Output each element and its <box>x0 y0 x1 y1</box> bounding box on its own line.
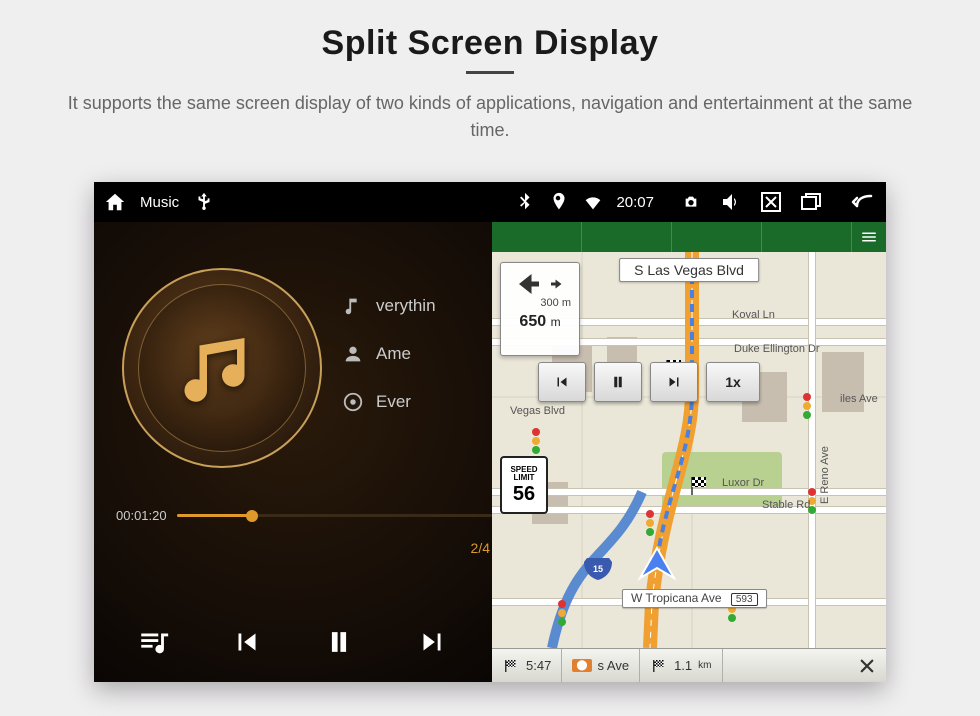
flag-icon <box>650 657 668 675</box>
page-title: Split Screen Display <box>40 24 940 63</box>
flag-icon <box>502 657 520 675</box>
progress-track[interactable] <box>177 514 492 517</box>
track-title: verythin <box>376 296 436 316</box>
turn-instruction-card: 300 m 650 m <box>500 262 580 356</box>
svg-text:Vegas Blvd: Vegas Blvd <box>510 405 565 417</box>
nav-media-controls: 1x <box>538 362 760 402</box>
elapsed-time: 00:01:20 <box>116 508 167 523</box>
note-icon <box>342 295 364 317</box>
distance-segment[interactable]: 1.1km <box>640 649 722 682</box>
track-info-list: verythin Ame Ever <box>342 282 492 426</box>
sim-pause-button[interactable] <box>594 362 642 402</box>
music-controls <box>94 616 492 668</box>
disc-icon <box>342 391 364 413</box>
back-icon[interactable] <box>850 189 876 215</box>
svg-text:iles Ave: iles Ave <box>840 393 878 405</box>
album-name: Ever <box>376 392 411 412</box>
pause-button[interactable] <box>313 616 365 668</box>
street-segment[interactable]: ⬤ s Ave <box>562 649 640 682</box>
sim-next-button[interactable] <box>650 362 698 402</box>
nav-menu-icon[interactable] <box>852 222 886 252</box>
nav-bottom-bar: 5:47 ⬤ s Ave 1.1km <box>492 648 886 682</box>
next-track-button[interactable] <box>406 616 458 668</box>
playlist-button[interactable] <box>128 616 180 668</box>
wifi-icon <box>582 191 604 213</box>
album-art <box>122 268 322 468</box>
statusbar-app-label: Music <box>140 194 179 211</box>
svg-text:15: 15 <box>593 564 603 574</box>
svg-text:Duke Ellington Dr: Duke Ellington Dr <box>734 343 820 355</box>
home-icon[interactable] <box>104 191 126 213</box>
title-underline <box>466 71 514 74</box>
statusbar-time: 20:07 <box>616 194 654 211</box>
turn-left-icon <box>514 269 544 299</box>
current-street-banner: S Las Vegas Blvd <box>619 258 759 282</box>
navigation-pane: 15 Koval Ln Du <box>492 222 886 682</box>
artist-name: Ame <box>376 344 411 364</box>
page-subtitle: It supports the same screen display of t… <box>60 90 920 144</box>
album-row: Ever <box>342 378 492 426</box>
svg-text:E Reno Ave: E Reno Ave <box>819 446 831 504</box>
prev-track-button[interactable] <box>221 616 273 668</box>
volume-icon[interactable] <box>718 189 744 215</box>
screenshot-icon[interactable] <box>678 189 704 215</box>
svg-text:Koval Ln: Koval Ln <box>732 309 775 321</box>
sim-speed-button[interactable]: 1x <box>706 362 760 402</box>
device-frame: Music 20:07 <box>94 182 886 682</box>
track-counter: 2/4 <box>471 540 490 556</box>
artist-row: Ame <box>342 330 492 378</box>
nav-top-seg[interactable] <box>762 222 852 252</box>
music-note-icon <box>177 323 267 413</box>
track-title-row: verythin <box>342 282 492 330</box>
turn-right-icon <box>548 275 566 293</box>
person-icon <box>342 343 364 365</box>
bluetooth-icon <box>514 191 536 213</box>
nav-topbar <box>492 222 886 252</box>
sim-prev-button[interactable] <box>538 362 586 402</box>
nav-top-seg[interactable] <box>492 222 582 252</box>
close-app-icon[interactable] <box>758 189 784 215</box>
eta-segment[interactable]: 5:47 <box>492 649 562 682</box>
music-pane: verythin Ame Ever 00:01:20 2/4 <box>94 222 492 682</box>
nav-top-seg[interactable] <box>672 222 762 252</box>
svg-text:Luxor Dr: Luxor Dr <box>722 477 765 489</box>
progress-bar[interactable]: 00:01:20 <box>116 508 492 523</box>
recent-apps-icon[interactable] <box>798 189 824 215</box>
nav-close-button[interactable] <box>848 657 886 675</box>
speed-limit-sign: SPEED LIMIT 56 <box>500 456 548 514</box>
status-bar: Music 20:07 <box>94 182 886 222</box>
location-pin-icon <box>548 191 570 213</box>
svg-text:Stable Rd: Stable Rd <box>762 499 810 511</box>
nav-top-seg[interactable] <box>582 222 672 252</box>
traffic-icon: ⬤ <box>572 659 591 672</box>
usb-icon <box>193 191 215 213</box>
street-label-tropicana: W Tropicana Ave 593 <box>622 589 767 608</box>
